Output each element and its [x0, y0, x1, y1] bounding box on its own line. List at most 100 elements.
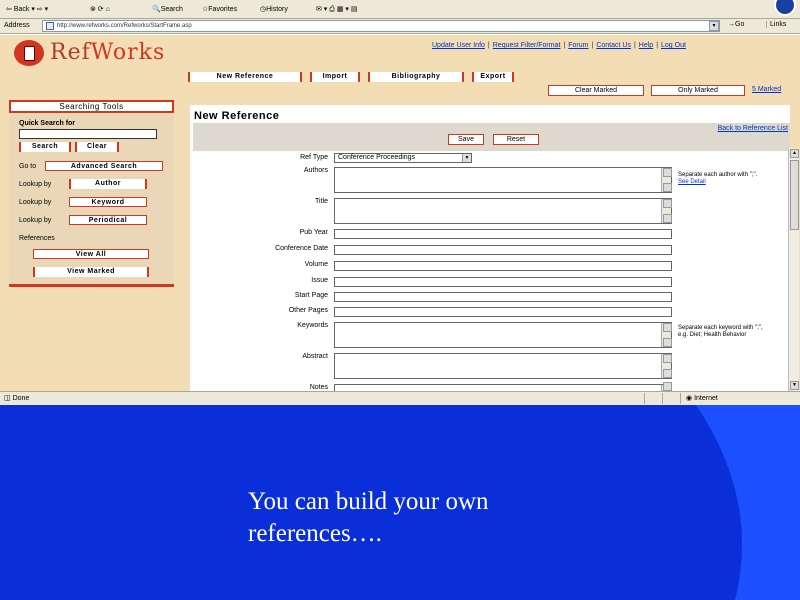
favorites-button[interactable]: ☆Favorites [202, 5, 237, 13]
status-bar: ◫ Done ◉ Internet [0, 391, 800, 405]
references-label: References [19, 235, 55, 242]
volume-label: Volume [304, 261, 328, 268]
scroll-up-icon[interactable]: ▲ [790, 149, 799, 158]
page-title: New Reference [194, 110, 280, 122]
title-label: Title [315, 198, 328, 205]
browser-window: ⇦ Back ▾ ⇨ ▾ ⊗ ⟳ ⌂ 🔍Search ☆Favorites ◷H… [0, 0, 800, 405]
lookup-keyword-button[interactable]: Keyword [69, 197, 147, 207]
go-button[interactable]: →Go [728, 21, 744, 28]
notes-textarea[interactable] [334, 382, 672, 391]
log-out-link[interactable]: Log Out [661, 42, 686, 49]
see-detail-link[interactable]: See Detail [678, 179, 706, 185]
view-marked-button[interactable]: View Marked [33, 267, 149, 277]
abstract-label: Abstract [302, 353, 328, 360]
abstract-textarea[interactable] [334, 353, 672, 379]
divider [644, 393, 645, 404]
search-button[interactable]: 🔍Search [152, 5, 183, 13]
browser-toolbar: ⇦ Back ▾ ⇨ ▾ ⊗ ⟳ ⌂ 🔍Search ☆Favorites ◷H… [0, 0, 800, 19]
start-page-label: Start Page [294, 292, 328, 299]
address-label: Address [4, 22, 30, 29]
url-text: http://www.refworks.com/Refworks/StartFr… [57, 23, 192, 29]
status-text: ◫ Done [4, 395, 30, 402]
notes-label: Notes [309, 384, 328, 391]
view-all-button[interactable]: View All [33, 249, 149, 259]
tab-import[interactable]: Import [310, 72, 360, 82]
lookup-periodical-label: Lookup by [19, 217, 52, 224]
other-pages-input[interactable] [334, 307, 672, 317]
conference-date-label: Conference Date [275, 245, 328, 252]
back-to-reference-list-link[interactable]: Back to Reference List [718, 125, 788, 132]
stop-refresh-home-icons[interactable]: ⊗ ⟳ ⌂ [90, 5, 110, 13]
request-filter-link[interactable]: Request Filter/Format [493, 42, 561, 49]
security-zone: ◉ Internet [686, 395, 718, 402]
ie-logo-icon [774, 0, 796, 16]
scrollbar[interactable] [661, 354, 672, 378]
update-user-info-link[interactable]: Update User Info [432, 42, 485, 49]
issue-input[interactable] [334, 277, 672, 287]
advanced-search-button[interactable]: Advanced Search [45, 161, 163, 171]
only-marked-button[interactable]: Only Marked [651, 85, 745, 96]
other-pages-label: Other Pages [288, 307, 328, 314]
volume-input[interactable] [334, 261, 672, 271]
refworks-logo-icon [14, 40, 44, 66]
quick-search-label: Quick Search for [19, 120, 76, 127]
searching-tools-title: Searching Tools [9, 100, 174, 113]
start-page-input[interactable] [334, 292, 672, 302]
top-links: Update User Info | Request Filter/Format | F… [432, 42, 686, 49]
new-reference-form: New Reference Back to Reference List Sav… [190, 105, 790, 391]
keywords-label: Keywords [297, 322, 328, 329]
scroll-thumb[interactable] [790, 160, 799, 230]
quick-search-input[interactable] [19, 129, 157, 139]
slide-caption: You can build your own references…. [248, 488, 489, 547]
refworks-logo[interactable]: RefWorks [50, 40, 165, 65]
title-textarea[interactable] [334, 198, 672, 224]
searching-tools-panel: Quick Search for Search Clear Go to Adva… [9, 115, 174, 287]
ref-type-select[interactable]: Conference Proceedings ▼ [334, 153, 472, 163]
authors-hint: Separate each author with ";". See Detai… [678, 172, 758, 185]
lookup-periodical-button[interactable]: Periodical [69, 215, 147, 225]
clear-button[interactable]: Clear [75, 142, 119, 152]
pub-year-input[interactable] [334, 229, 672, 239]
refworks-page: RefWorks Update User Info | Request Filter… [0, 35, 800, 391]
tab-bibliography[interactable]: Bibliography [368, 72, 464, 82]
address-bar: Address http://www.refworks.com/Refworks… [0, 19, 800, 34]
authors-textarea[interactable] [334, 167, 672, 193]
reset-button[interactable]: Reset [493, 134, 539, 145]
authors-label: Authors [303, 167, 328, 174]
save-button[interactable]: Save [448, 134, 484, 145]
tab-new-reference[interactable]: New Reference [188, 72, 302, 82]
divider [680, 393, 681, 404]
mail-print-icons[interactable]: ✉ ▾ ⎙ ▦ ▾ ▤ [316, 5, 357, 14]
clear-marked-button[interactable]: Clear Marked [548, 85, 644, 96]
scrollbar[interactable] [661, 323, 672, 347]
search-button[interactable]: Search [19, 142, 71, 152]
page-scrollbar[interactable]: ▲ ▼ [788, 148, 799, 391]
scrollbar[interactable] [661, 168, 672, 192]
links-button[interactable]: Links [766, 21, 786, 28]
history-button[interactable]: ◷History [260, 5, 288, 13]
chevron-down-icon[interactable]: ▼ [462, 154, 471, 162]
page-icon [46, 22, 54, 30]
contact-us-link[interactable]: Contact Us [596, 42, 631, 49]
ref-type-label: Ref Type [300, 154, 328, 161]
lookup-author-button[interactable]: Author [69, 179, 147, 189]
address-dropdown-icon[interactable]: ▾ [709, 21, 719, 31]
forum-link[interactable]: Forum [568, 42, 588, 49]
lookup-keyword-label: Lookup by [19, 199, 52, 206]
keywords-hint: Separate each keyword with ";", e.g. Die… [678, 325, 763, 338]
divider [662, 393, 663, 404]
scrollbar[interactable] [661, 199, 672, 223]
keywords-textarea[interactable] [334, 322, 672, 348]
scroll-down-icon[interactable]: ▼ [790, 381, 799, 390]
help-link[interactable]: Help [639, 42, 653, 49]
issue-label: Issue [311, 277, 328, 284]
address-input[interactable]: http://www.refworks.com/Refworks/StartFr… [42, 20, 720, 32]
tab-export[interactable]: Export [472, 72, 514, 82]
form-header-bar: Back to Reference List Save Reset [193, 123, 790, 151]
conference-date-input[interactable] [334, 245, 672, 255]
pub-year-label: Pub Year [299, 229, 328, 236]
lookup-author-label: Lookup by [19, 181, 52, 188]
go-to-label: Go to [19, 163, 37, 170]
back-button[interactable]: ⇦ Back ▾ ⇨ ▾ [6, 5, 48, 13]
marked-count-link[interactable]: 5 Marked [752, 86, 781, 93]
